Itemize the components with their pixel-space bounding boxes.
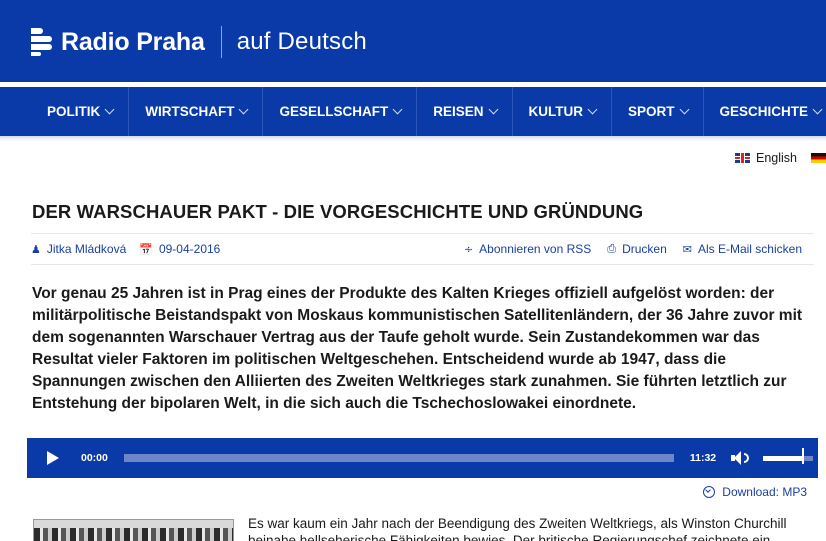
site-header: Radio Praha auf Deutsch xyxy=(0,0,826,82)
nav-item-label: POLITIK xyxy=(47,104,101,119)
nav-item-label: REISEN xyxy=(433,104,484,119)
print-link[interactable]: ⎙ Drucken xyxy=(607,242,667,256)
printer-icon: ⎙ xyxy=(607,242,617,255)
logo-divider xyxy=(220,26,222,58)
download-link[interactable]: Download: MP3 xyxy=(703,485,807,499)
article-title: DER WARSCHAUER PAKT - DIE VORGESCHICHTE … xyxy=(32,201,644,222)
language-switcher: English xyxy=(735,151,826,165)
play-button[interactable] xyxy=(47,451,59,465)
audio-player: 00:00 11:32 xyxy=(27,438,818,478)
article-photo xyxy=(33,519,234,541)
language-english-link[interactable]: English xyxy=(756,151,797,165)
nav-item-wirtschaft[interactable]: WIRTSCHAFT xyxy=(129,87,264,136)
email-label: Als E-Mail schicken xyxy=(697,242,802,256)
publish-date: 📅 09-04-2016 xyxy=(139,242,220,256)
chevron-down-icon xyxy=(104,104,115,115)
article-body: Es war kaum ein Jahr nach der Beendigung… xyxy=(248,516,787,541)
download-label: Download: MP3 xyxy=(722,485,807,499)
rss-label: Abonnieren von RSS xyxy=(479,242,592,256)
nav-item-label: SPORT xyxy=(628,104,675,119)
nav-item-sport[interactable]: SPORT xyxy=(612,87,704,136)
rss-icon: ∻ xyxy=(463,243,474,256)
brand-name: Radio Praha xyxy=(61,27,205,56)
nav-item-label: KULTUR xyxy=(528,104,584,119)
print-label: Drucken xyxy=(622,242,667,256)
nav-item-kultur[interactable]: KULTUR xyxy=(513,87,613,136)
volume-handle[interactable] xyxy=(802,447,805,464)
volume-slider[interactable] xyxy=(763,447,814,464)
date-text: 09-04-2016 xyxy=(158,242,221,256)
nav-item-reisen[interactable]: REISEN xyxy=(417,87,513,136)
chevron-down-icon xyxy=(812,104,823,115)
mail-icon: ✉ xyxy=(682,243,692,256)
nav-item-geschichte[interactable]: GESCHICHTE xyxy=(704,87,826,136)
duration: 11:32 xyxy=(689,452,717,464)
nav-shadow xyxy=(0,136,826,141)
author-name: Jitka Mládková xyxy=(46,242,127,256)
nav-item-label: GESELLSCHAFT xyxy=(279,104,389,119)
email-link[interactable]: ✉ Als E-Mail schicken xyxy=(683,242,802,256)
progress-rail[interactable] xyxy=(123,454,674,462)
nav-item-politik[interactable]: POLITIK xyxy=(0,87,130,136)
chevron-down-icon xyxy=(587,104,598,115)
volume-icon[interactable] xyxy=(731,450,750,466)
chevron-down-icon xyxy=(239,104,249,115)
german-flag-icon[interactable] xyxy=(811,153,826,163)
chevron-down-icon xyxy=(488,104,498,115)
nav-item-gesellschaft[interactable]: GESELLSCHAFT xyxy=(263,87,418,136)
radio-logo-icon xyxy=(31,28,52,56)
site-logo[interactable]: Radio Praha auf Deutsch xyxy=(31,26,367,58)
uk-flag-icon[interactable] xyxy=(735,153,750,163)
main-nav: POLITIK WIRTSCHAFT GESELLSCHAFT REISEN K… xyxy=(0,87,826,136)
download-icon xyxy=(703,486,716,498)
volume-fill xyxy=(763,455,804,461)
chevron-down-icon xyxy=(392,104,403,115)
nav-item-label: GESCHICHTE xyxy=(719,104,809,119)
person-icon: ♟ xyxy=(31,243,41,256)
nav-item-label: WIRTSCHAFT xyxy=(145,104,235,119)
article-lead: Vor genau 25 Jahren ist in Prag eines de… xyxy=(32,285,803,412)
author[interactable]: ♟ Jitka Mládková xyxy=(31,242,126,256)
calendar-icon: 📅 xyxy=(139,243,153,256)
article-meta-bar: ♟ Jitka Mládková 📅 09-04-2016 ∻ Abonnieren … xyxy=(31,233,814,265)
current-time: 00:00 xyxy=(81,452,108,464)
brand-subtitle: auf Deutsch xyxy=(236,28,367,55)
chevron-down-icon xyxy=(679,104,689,115)
rss-link[interactable]: ∻ Abonnieren von RSS xyxy=(464,242,591,256)
